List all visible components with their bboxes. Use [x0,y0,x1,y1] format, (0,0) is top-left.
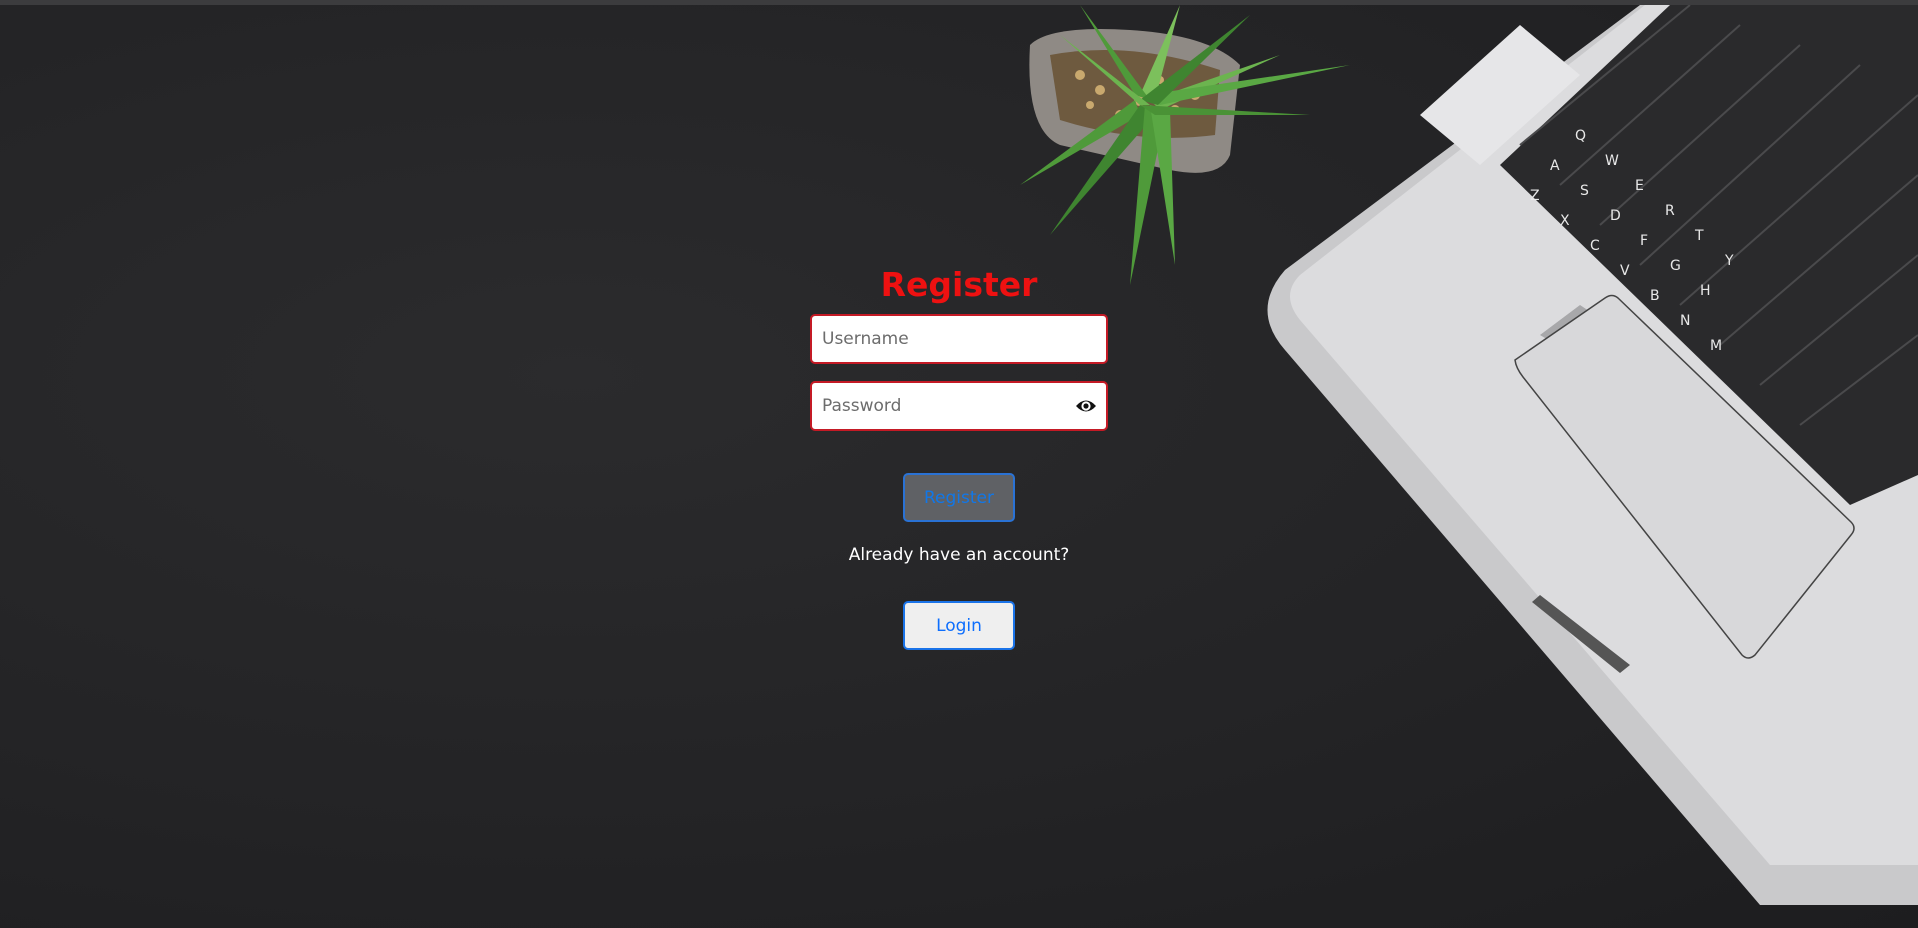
svg-text:W: W [1605,153,1619,169]
svg-text:X: X [1560,213,1570,229]
svg-text:D: D [1610,208,1621,224]
account-prompt: Already have an account? [848,545,1070,565]
username-input[interactable] [812,316,1106,362]
register-form: Register Register Already have an accoun… [810,262,1108,650]
username-field[interactable] [810,314,1108,364]
login-button[interactable]: Login [903,601,1015,650]
register-button[interactable]: Register [903,473,1015,522]
svg-text:B: B [1650,288,1660,304]
svg-text:Z: Z [1530,188,1540,204]
svg-text:Y: Y [1724,253,1734,269]
password-input[interactable] [812,383,1106,429]
laptop-image: Q WE R T Y A S D F G H Z X C V B N M [1267,5,1918,905]
svg-text:S: S [1580,183,1589,199]
eye-icon[interactable] [1075,396,1097,416]
svg-text:Q: Q [1575,128,1586,144]
svg-text:G: G [1670,258,1681,274]
svg-text:M: M [1710,338,1722,354]
svg-text:T: T [1694,228,1704,244]
svg-text:H: H [1700,283,1711,299]
page-title: Register [880,265,1038,304]
password-field[interactable] [810,381,1108,431]
svg-text:F: F [1640,233,1648,249]
svg-text:N: N [1680,313,1690,329]
svg-text:A: A [1550,158,1560,174]
svg-text:E: E [1635,178,1644,194]
svg-text:V: V [1620,263,1630,279]
svg-text:C: C [1590,238,1600,254]
svg-text:R: R [1665,203,1675,219]
